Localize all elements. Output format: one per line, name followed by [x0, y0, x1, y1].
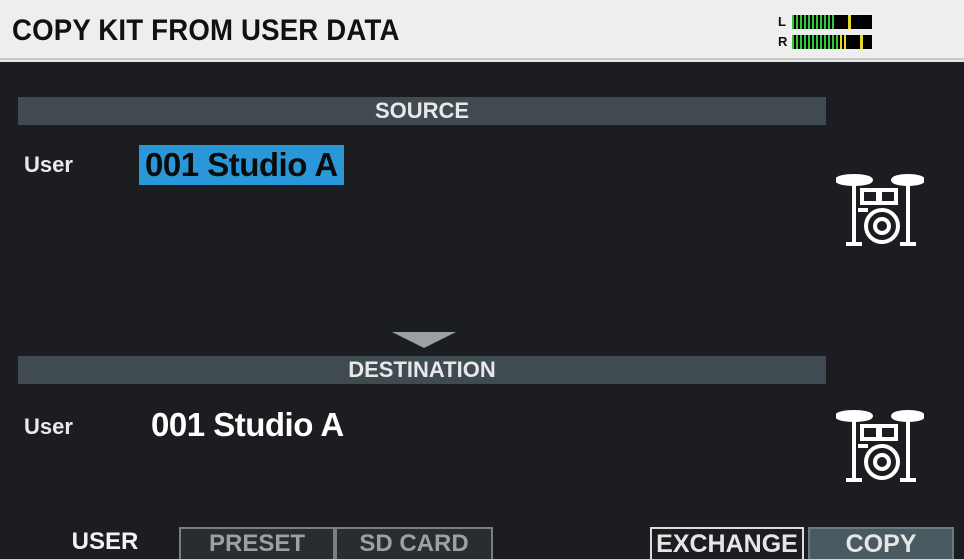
destination-header: DESTINATION	[18, 356, 826, 384]
level-meter-right-segment	[816, 35, 818, 49]
level-meter-left-segment	[832, 15, 834, 29]
source-header: SOURCE	[18, 97, 826, 125]
page-title: COPY KIT FROM USER DATA	[12, 14, 400, 47]
level-meter-left-segment	[800, 15, 802, 29]
tab-sd-card[interactable]: SD CARD	[335, 527, 493, 559]
level-meter-right-segment	[824, 35, 826, 49]
level-meter-left-segment	[820, 15, 822, 29]
level-meter-right-segment	[808, 35, 810, 49]
source-bank-label: User	[24, 152, 73, 177]
level-meter-right-segment	[820, 35, 822, 49]
level-meter-right-segment	[832, 35, 834, 49]
source-drum-kit-icon	[835, 170, 925, 250]
level-meter-right-segment	[844, 35, 846, 49]
level-meter-right-label: R	[778, 34, 788, 49]
level-meter-right-segment	[828, 35, 830, 49]
level-meter-right-peak-marker	[860, 35, 863, 49]
destination-kit-selector[interactable]: 001 Studio A	[145, 405, 350, 445]
tab-user[interactable]: USER	[58, 527, 152, 559]
level-meter-left-segment	[828, 15, 830, 29]
level-meter-left-label: L	[778, 14, 786, 29]
level-meter-right-segment	[800, 35, 802, 49]
level-meter-right-bar	[792, 35, 872, 49]
level-meter-right-segment	[792, 35, 794, 49]
exchange-button[interactable]: EXCHANGE	[650, 527, 804, 559]
level-meter-right: R	[778, 34, 878, 50]
level-meter-right-segment	[840, 35, 842, 49]
level-meter-left-segment	[796, 15, 798, 29]
level-meter-right-segment	[796, 35, 798, 49]
level-meter-left-bar	[792, 15, 872, 29]
copy-button[interactable]: COPY	[808, 527, 954, 559]
level-meter-left: L	[778, 14, 878, 30]
level-meter-left-peak-marker	[848, 15, 851, 29]
level-meter-right-segment	[812, 35, 814, 49]
level-meter-left-segment	[824, 15, 826, 29]
copy-direction-arrow-icon	[392, 332, 456, 348]
level-meter-left-segment	[804, 15, 806, 29]
title-bar: COPY KIT FROM USER DATA L R	[0, 0, 964, 60]
tab-preset[interactable]: PRESET	[179, 527, 335, 559]
level-meter-right-segment	[836, 35, 838, 49]
level-meter-right-segment	[804, 35, 806, 49]
level-meter-left-segment	[792, 15, 794, 29]
title-divider	[0, 60, 964, 62]
destination-bank-label: User	[24, 414, 73, 439]
level-meter-left-segment	[812, 15, 814, 29]
source-kit-selector[interactable]: 001 Studio A	[139, 145, 344, 185]
level-meter-left-segment	[816, 15, 818, 29]
destination-drum-kit-icon	[835, 406, 925, 486]
level-meter-left-segment	[808, 15, 810, 29]
level-meter: L R	[778, 12, 878, 50]
